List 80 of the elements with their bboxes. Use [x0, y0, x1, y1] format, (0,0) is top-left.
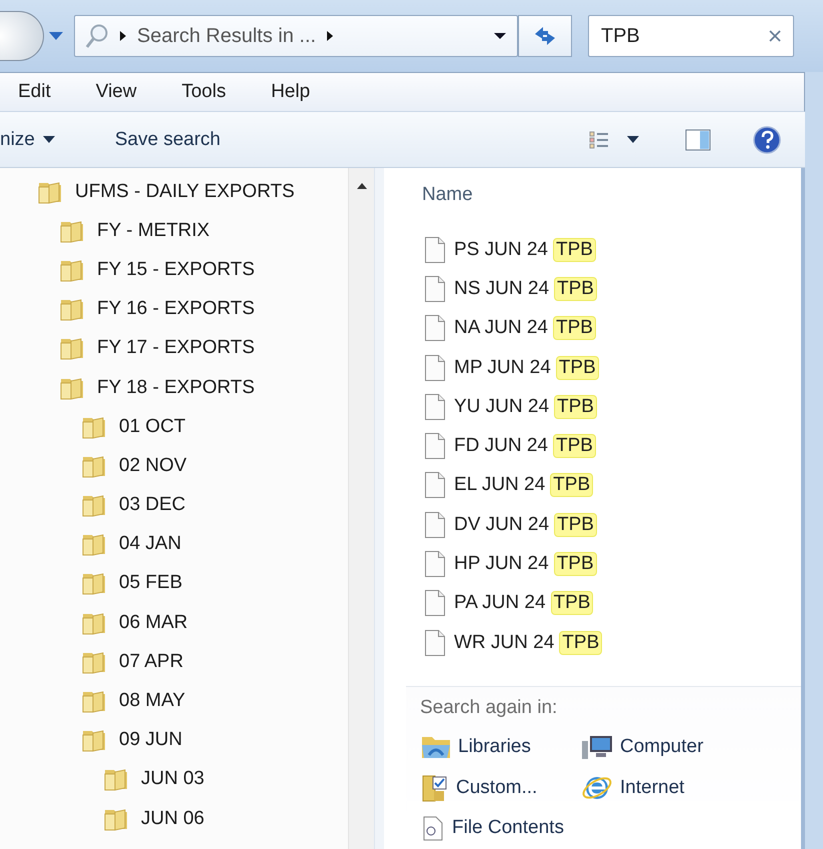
folder-tree-item[interactable]: JUN 03	[141, 768, 204, 790]
menu-item[interactable]: Tools	[182, 81, 243, 103]
organize-button[interactable]: nize	[0, 124, 55, 154]
file-name[interactable]: NS JUN 24	[454, 278, 550, 300]
folder-tree-item[interactable]: FY - METRIX	[97, 220, 210, 242]
file-icon	[424, 314, 446, 342]
file-name[interactable]: PA JUN 24	[454, 592, 546, 614]
folder-tree-item[interactable]: 01 OCT	[119, 416, 186, 438]
file-icon	[424, 432, 446, 460]
computer-icon	[580, 733, 614, 762]
breadcrumb-text[interactable]: Search Results in ...	[137, 24, 316, 48]
file-name[interactable]: PS JUN 24	[454, 238, 548, 261]
save-search-button[interactable]: Save search	[114, 124, 220, 154]
file-icon	[424, 392, 446, 421]
file-icon	[424, 589, 446, 618]
folder-tree-item[interactable]: 09 JUN	[119, 729, 182, 752]
highlighted-match: TPB	[550, 473, 594, 498]
search-location-link[interactable]: File Contents	[420, 815, 801, 842]
file-name[interactable]: DV JUN 24	[454, 514, 550, 536]
file-icon	[424, 550, 446, 578]
folder-tree-item[interactable]: FY 18 - EXPORTS	[97, 376, 255, 399]
menu-item[interactable]: View	[96, 81, 154, 103]
folder-tree-item[interactable]: 05 FEB	[119, 572, 182, 594]
folder-tree-item[interactable]: JUN 06	[141, 808, 204, 830]
search-location-link[interactable]: Internet	[580, 773, 801, 804]
file-icon	[424, 628, 446, 657]
folder-tree-item[interactable]: 04 JAN	[119, 533, 182, 556]
folder-tree-item[interactable]: 08 MAY	[119, 690, 186, 712]
folder-tree-item[interactable]: 03 DEC	[119, 494, 186, 516]
help-icon[interactable]	[753, 126, 781, 154]
file-name[interactable]: YU JUN 24	[454, 396, 550, 418]
file-name[interactable]: WR JUN 24	[454, 632, 554, 654]
file-name[interactable]: HP JUN 24	[454, 553, 549, 576]
menu-item[interactable]: Help	[270, 81, 328, 103]
breadcrumb-arrow-icon[interactable]	[119, 30, 127, 42]
column-header[interactable]: Name	[422, 184, 473, 206]
folder-tree-item[interactable]: 07 APR	[119, 650, 184, 673]
file-name[interactable]: NA JUN 24	[454, 317, 548, 340]
highlighted-match: TPB	[552, 238, 596, 262]
folder-tree-item[interactable]: 02 NOV	[119, 454, 187, 477]
refresh-button[interactable]	[518, 15, 572, 57]
back-button[interactable]	[0, 11, 44, 61]
file-name[interactable]: FD JUN 24	[454, 435, 548, 458]
file-name[interactable]: EL JUN 24	[454, 474, 546, 496]
file-icon	[424, 236, 446, 264]
search-location-link[interactable]: Custom...	[420, 773, 570, 804]
menu-item[interactable]: Edit	[18, 81, 68, 103]
search-field[interactable]: TPB	[588, 15, 794, 57]
folder-tree-item[interactable]: FY 16 - EXPORTS	[97, 298, 255, 320]
folder-tree-item[interactable]: UFMS - DAILY EXPORTS	[75, 180, 295, 203]
highlighted-match: TPB	[552, 434, 596, 458]
highlighted-match: TPB	[559, 630, 602, 655]
scroll-up-arrow-icon[interactable]	[356, 182, 368, 190]
preview-pane-icon[interactable]	[685, 128, 711, 150]
file-icon	[424, 510, 446, 539]
highlighted-match: TPB	[550, 591, 594, 616]
view-options-icon[interactable]	[589, 130, 609, 148]
file-icon	[424, 274, 446, 303]
highlighted-match: TPB	[554, 394, 597, 419]
breadcrumb-arrow-icon[interactable]	[326, 30, 334, 42]
close-icon[interactable]	[769, 30, 781, 42]
file-icon	[424, 471, 446, 500]
search-icon	[85, 23, 109, 49]
highlighted-match: TPB	[556, 356, 599, 380]
search-location-link[interactable]: Computer	[580, 733, 801, 762]
file-name[interactable]: MP JUN 24	[454, 356, 551, 379]
address-bar[interactable]: Search Results in ...	[74, 15, 518, 57]
folder-tree-item[interactable]: 06 MAR	[119, 612, 188, 634]
highlighted-match: TPB	[554, 512, 597, 537]
caret-down-icon[interactable]	[493, 32, 507, 40]
folder-tree-item[interactable]: FY 15 - EXPORTS	[97, 258, 255, 281]
folder-tree-item[interactable]: FY 17 - EXPORTS	[97, 337, 255, 360]
file-icon	[424, 354, 446, 382]
search-location-link[interactable]: Libraries	[420, 733, 570, 762]
highlighted-match: TPB	[554, 276, 597, 301]
section-title: Search again in:	[420, 697, 558, 720]
caret-down-icon	[42, 136, 55, 143]
caret-down-icon[interactable]	[627, 136, 639, 143]
highlighted-match: TPB	[552, 316, 596, 340]
highlighted-match: TPB	[554, 552, 597, 576]
